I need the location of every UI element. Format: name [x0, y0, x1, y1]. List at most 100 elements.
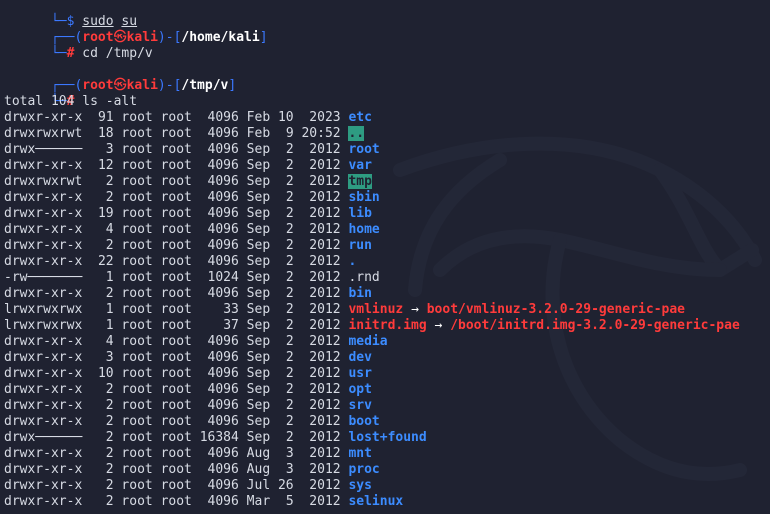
owner: root: [121, 222, 153, 237]
listing-row: drwxr-xr-x 2 root root 4096 Jul 26 2012 …: [4, 478, 770, 494]
link-count: 1: [105, 318, 114, 333]
permissions: drwxr-xr-x: [4, 414, 83, 429]
prompt-symbol: #: [66, 46, 75, 61]
prompt-frame-close: ]: [259, 30, 268, 45]
group: root: [160, 110, 192, 125]
month: Aug: [246, 462, 271, 477]
owner: root: [121, 366, 153, 381]
month: Feb: [246, 110, 271, 125]
entry-name: ..: [348, 126, 365, 141]
entry-name: proc: [348, 462, 380, 477]
entry-name: selinux: [348, 494, 404, 509]
permissions: drwxr-xr-x: [4, 254, 83, 269]
month: Sep: [246, 318, 271, 333]
skull-icon: ㉿: [113, 30, 127, 45]
listing-row: drwxr-xr-x 12 root root 4096 Sep 2 2012 …: [4, 158, 770, 174]
entry-name: home: [348, 222, 380, 237]
day: 2: [285, 254, 294, 269]
file-size: 4096: [207, 334, 239, 349]
link-count: 2: [105, 430, 114, 445]
month: Sep: [246, 158, 271, 173]
month: Sep: [246, 238, 271, 253]
symlink-arrow: →: [411, 302, 419, 317]
group: root: [160, 382, 192, 397]
listing-row: drwxr-xr-x 2 root root 4096 Sep 2 2012 s…: [4, 398, 770, 414]
entry-name: root: [348, 142, 380, 157]
day: 26: [277, 478, 294, 493]
owner: root: [121, 398, 153, 413]
entry-name: media: [348, 334, 388, 349]
entry-name: usr: [348, 366, 372, 381]
listing-row: drwxr-xr-x 2 root root 4096 Sep 2 2012 o…: [4, 382, 770, 398]
permissions: drwxr-xr-x: [4, 398, 83, 413]
day: 2: [285, 158, 294, 173]
time-or-year: 2012: [309, 334, 341, 349]
link-count: 91: [97, 110, 114, 125]
permissions: lrwxrwxrwx: [4, 318, 83, 333]
file-size: 4096: [207, 382, 239, 397]
day: 2: [285, 142, 294, 157]
time-or-year: 2012: [309, 350, 341, 365]
group: root: [160, 430, 192, 445]
month: Sep: [246, 350, 271, 365]
permissions: drwxr-xr-x: [4, 158, 83, 173]
link-count: 2: [105, 398, 114, 413]
month: Sep: [246, 174, 271, 189]
owner: root: [121, 446, 153, 461]
day: 2: [285, 382, 294, 397]
link-count: 2: [105, 190, 114, 205]
group: root: [160, 334, 192, 349]
group: root: [160, 238, 192, 253]
month: Sep: [246, 222, 271, 237]
listing-row: drwx────── 2 root root 16384 Sep 2 2012 …: [4, 430, 770, 446]
month: Jul: [246, 478, 271, 493]
entry-name: initrd.img: [348, 318, 427, 333]
day: 2: [285, 222, 294, 237]
group: root: [160, 366, 192, 381]
owner: root: [121, 238, 153, 253]
entry-name: etc: [348, 110, 372, 125]
prompt-frame-open: ┌──(: [50, 30, 83, 45]
file-size: 4096: [207, 142, 239, 157]
file-size: 4096: [207, 158, 239, 173]
day: 2: [285, 318, 294, 333]
terminal-window[interactable]: └─$ sudo su ┌──(root㉿kali)-[/home/kali] …: [0, 0, 770, 514]
file-size: 16384: [199, 430, 239, 445]
link-count: 2: [105, 286, 114, 301]
prompt-header-2: ┌──(root㉿kali)-[/tmp/v]: [4, 62, 770, 93]
file-size: 4096: [207, 206, 239, 221]
day: 9: [285, 126, 294, 141]
file-size: 4096: [207, 222, 239, 237]
month: Sep: [246, 286, 271, 301]
prompt-frame-mid: )-[: [157, 78, 182, 93]
permissions: drwx──────: [4, 142, 83, 157]
month: Sep: [246, 190, 271, 205]
day: 2: [285, 334, 294, 349]
permissions: drwxrwxrwt: [4, 126, 83, 141]
day: 2: [285, 286, 294, 301]
file-size: 1024: [207, 270, 239, 285]
owner: root: [121, 478, 153, 493]
time-or-year: 2012: [309, 142, 341, 157]
listing-row: drwxrwxrwt 18 root root 4096 Feb 9 20:52…: [4, 126, 770, 142]
time-or-year: 20:52: [301, 126, 341, 141]
group: root: [160, 350, 192, 365]
group: root: [160, 462, 192, 477]
listing-row: drwxr-xr-x 2 root root 4096 Sep 2 2012 s…: [4, 190, 770, 206]
group: root: [160, 270, 192, 285]
permissions: drwxr-xr-x: [4, 446, 83, 461]
owner: root: [121, 430, 153, 445]
file-size: 4096: [207, 350, 239, 365]
owner: root: [121, 158, 153, 173]
day: 2: [285, 174, 294, 189]
permissions: drwxr-xr-x: [4, 222, 83, 237]
prompt-host: kali: [126, 78, 158, 93]
permissions: drwxr-xr-x: [4, 238, 83, 253]
owner: root: [121, 286, 153, 301]
listing-row: drwxr-xr-x 22 root root 4096 Sep 2 2012 …: [4, 254, 770, 270]
permissions: drwx──────: [4, 430, 83, 445]
entry-name: lib: [348, 206, 372, 221]
group: root: [160, 174, 192, 189]
link-count: 2: [105, 174, 114, 189]
link-count: 2: [105, 414, 114, 429]
